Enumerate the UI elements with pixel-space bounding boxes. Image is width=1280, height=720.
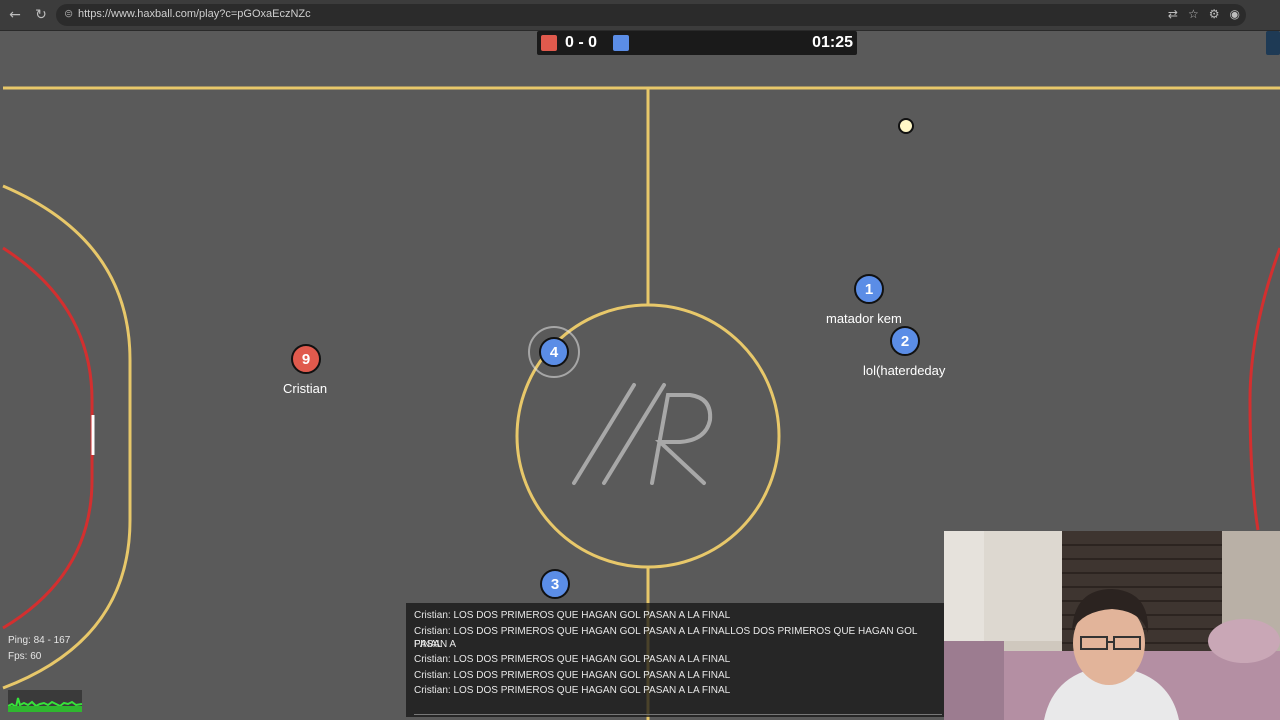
scoreboard: 0 - 0 01:25 <box>537 31 857 55</box>
address-bar[interactable]: ⊜ https://www.haxball.com/play?c=pGOxaEc… <box>56 4 1246 26</box>
profile-icon[interactable]: ◉ <box>1230 7 1240 21</box>
back-arrow-icon[interactable]: ← <box>6 6 24 24</box>
player-9-name: Cristian <box>283 381 328 396</box>
translate-icon[interactable]: ⇄ <box>1168 7 1178 21</box>
score-display: 0 - 0 <box>565 34 597 52</box>
network-stats: Ping: 84 - 167 Fps: 60 <box>8 633 70 665</box>
player-1-name: matador kem <box>826 311 902 326</box>
site-info-icon[interactable]: ⊜ <box>64 7 73 20</box>
browser-toolbar: ← ↻ ⊜ https://www.haxball.com/play?c=pGO… <box>0 0 1280 31</box>
ping-readout: Ping: 84 - 167 <box>8 635 71 646</box>
left-goal-area <box>2 246 94 630</box>
extensions-icon[interactable]: ⚙ <box>1209 7 1220 21</box>
match-timer: 01:25 <box>812 34 853 51</box>
menu-button[interactable] <box>1266 31 1280 55</box>
chat-message: Cristian: LOS DOS PRIMEROS QUE HAGAN GOL… <box>414 685 731 696</box>
blue-team-icon <box>613 35 629 51</box>
red-team-icon <box>541 35 557 51</box>
url-text: https://www.haxball.com/play?c=pGOxaEczN… <box>78 8 311 20</box>
reload-icon[interactable]: ↻ <box>32 6 50 24</box>
player-1-disc: 1 <box>854 274 884 304</box>
webcam-overlay <box>944 531 1280 720</box>
center-logo <box>572 383 713 485</box>
fps-readout: Fps: 60 <box>8 651 42 662</box>
player-2-disc: 2 <box>890 326 920 356</box>
chat-message: Cristian: LOS DOS PRIMEROS QUE HAGAN GOL… <box>414 670 731 681</box>
chat-input[interactable] <box>414 704 942 715</box>
chat-panel: Cristian: LOS DOS PRIMEROS QUE HAGAN GOL… <box>406 603 944 717</box>
player-2-name: lol(haterdeday <box>863 363 946 378</box>
player-9-disc: 9 <box>291 344 321 374</box>
bookmark-star-icon[interactable]: ☆ <box>1188 7 1199 21</box>
blue-score: 0 <box>588 34 598 51</box>
chat-message: Cristian: LOS DOS PRIMEROS QUE HAGAN GOL… <box>414 610 731 621</box>
player-4-disc: 4 <box>539 337 569 367</box>
ball <box>898 118 914 134</box>
red-score: 0 <box>565 34 574 51</box>
chat-message: FINAL <box>414 639 443 650</box>
fps-graph <box>8 690 82 712</box>
chat-message: Cristian: LOS DOS PRIMEROS QUE HAGAN GOL… <box>414 654 731 665</box>
right-goal-area <box>1248 247 1280 531</box>
score-separator: - <box>578 34 584 51</box>
player-3-disc: 3 <box>540 569 570 599</box>
